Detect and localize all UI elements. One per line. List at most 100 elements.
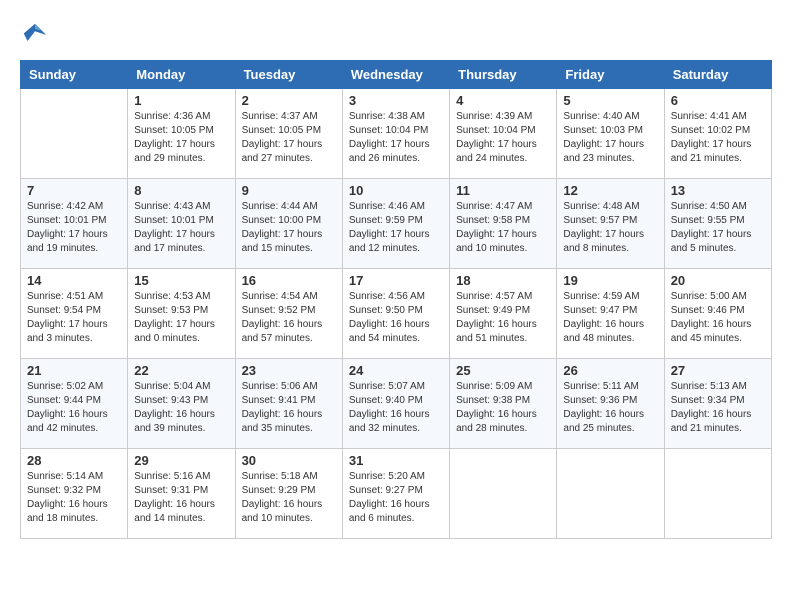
day-header-friday: Friday (557, 61, 664, 89)
page-header (20, 20, 772, 50)
calendar-cell: 20 Sunrise: 5:00 AM Sunset: 9:46 PM Dayli… (664, 269, 771, 359)
day-info: Sunrise: 5:09 AM Sunset: 9:38 PM Dayligh… (456, 380, 550, 436)
day-info: Sunrise: 5:18 AM Sunset: 9:29 PM Dayligh… (242, 470, 336, 526)
day-info: Sunrise: 4:57 AM Sunset: 9:49 PM Dayligh… (456, 290, 550, 346)
day-info: Sunrise: 4:44 AM Sunset: 10:00 PM Daylig… (242, 200, 336, 256)
day-number: 12 (563, 183, 657, 198)
day-number: 10 (349, 183, 443, 198)
calendar-table: SundayMondayTuesdayWednesdayThursdayFrid… (20, 60, 772, 539)
day-header-tuesday: Tuesday (235, 61, 342, 89)
day-number: 4 (456, 93, 550, 108)
day-info: Sunrise: 4:38 AM Sunset: 10:04 PM Daylig… (349, 110, 443, 166)
calendar-week-3: 14 Sunrise: 4:51 AM Sunset: 9:54 PM Dayli… (21, 269, 772, 359)
day-number: 23 (242, 363, 336, 378)
day-number: 15 (134, 273, 228, 288)
calendar-cell: 25 Sunrise: 5:09 AM Sunset: 9:38 PM Dayli… (450, 359, 557, 449)
day-number: 1 (134, 93, 228, 108)
day-number: 29 (134, 453, 228, 468)
calendar-week-1: 1 Sunrise: 4:36 AM Sunset: 10:05 PM Dayli… (21, 89, 772, 179)
day-number: 24 (349, 363, 443, 378)
calendar-week-4: 21Sunrise: 5:02 AM Sunset: 9:44 PM Dayli… (21, 359, 772, 449)
day-info: Sunrise: 5:07 AM Sunset: 9:40 PM Dayligh… (349, 380, 443, 436)
calendar-cell (21, 89, 128, 179)
day-number: 14 (27, 273, 121, 288)
calendar-header: SundayMondayTuesdayWednesdayThursdayFrid… (21, 61, 772, 89)
day-header-thursday: Thursday (450, 61, 557, 89)
day-number: 11 (456, 183, 550, 198)
day-number: 17 (349, 273, 443, 288)
calendar-cell: 14 Sunrise: 4:51 AM Sunset: 9:54 PM Dayli… (21, 269, 128, 359)
calendar-cell: 26Sunrise: 5:11 AM Sunset: 9:36 PM Dayli… (557, 359, 664, 449)
day-info: Sunrise: 5:11 AM Sunset: 9:36 PM Dayligh… (563, 380, 657, 436)
calendar-cell: 24 Sunrise: 5:07 AM Sunset: 9:40 PM Dayli… (342, 359, 449, 449)
day-number: 22 (134, 363, 228, 378)
day-info: Sunrise: 4:43 AM Sunset: 10:01 PM Daylig… (134, 200, 228, 256)
calendar-week-5: 28Sunrise: 5:14 AM Sunset: 9:32 PM Dayli… (21, 449, 772, 539)
day-info: Sunrise: 4:41 AM Sunset: 10:02 PM Daylig… (671, 110, 765, 166)
calendar-cell: 28Sunrise: 5:14 AM Sunset: 9:32 PM Dayli… (21, 449, 128, 539)
day-info: Sunrise: 4:50 AM Sunset: 9:55 PM Dayligh… (671, 200, 765, 256)
day-info: Sunrise: 5:06 AM Sunset: 9:41 PM Dayligh… (242, 380, 336, 436)
day-number: 30 (242, 453, 336, 468)
day-number: 13 (671, 183, 765, 198)
calendar-cell: 27 Sunrise: 5:13 AM Sunset: 9:34 PM Dayli… (664, 359, 771, 449)
day-header-sunday: Sunday (21, 61, 128, 89)
day-number: 6 (671, 93, 765, 108)
calendar-cell (557, 449, 664, 539)
calendar-cell: 6 Sunrise: 4:41 AM Sunset: 10:02 PM Dayli… (664, 89, 771, 179)
day-number: 5 (563, 93, 657, 108)
calendar-cell: 1 Sunrise: 4:36 AM Sunset: 10:05 PM Dayli… (128, 89, 235, 179)
day-info: Sunrise: 4:39 AM Sunset: 10:04 PM Daylig… (456, 110, 550, 166)
calendar-cell (450, 449, 557, 539)
day-info: Sunrise: 5:02 AM Sunset: 9:44 PM Dayligh… (27, 380, 121, 436)
calendar-cell (664, 449, 771, 539)
calendar-cell: 23 Sunrise: 5:06 AM Sunset: 9:41 PM Dayli… (235, 359, 342, 449)
calendar-cell: 18 Sunrise: 4:57 AM Sunset: 9:49 PM Dayli… (450, 269, 557, 359)
day-number: 16 (242, 273, 336, 288)
day-header-row: SundayMondayTuesdayWednesdayThursdayFrid… (21, 61, 772, 89)
calendar-week-2: 7 Sunrise: 4:42 AM Sunset: 10:01 PM Dayli… (21, 179, 772, 269)
day-number: 9 (242, 183, 336, 198)
day-number: 19 (563, 273, 657, 288)
day-number: 8 (134, 183, 228, 198)
day-header-monday: Monday (128, 61, 235, 89)
day-number: 28 (27, 453, 121, 468)
day-info: Sunrise: 4:54 AM Sunset: 9:52 PM Dayligh… (242, 290, 336, 346)
day-header-wednesday: Wednesday (342, 61, 449, 89)
day-info: Sunrise: 4:59 AM Sunset: 9:47 PM Dayligh… (563, 290, 657, 346)
calendar-cell: 29 Sunrise: 5:16 AM Sunset: 9:31 PM Dayli… (128, 449, 235, 539)
day-info: Sunrise: 5:13 AM Sunset: 9:34 PM Dayligh… (671, 380, 765, 436)
day-info: Sunrise: 4:42 AM Sunset: 10:01 PM Daylig… (27, 200, 121, 256)
calendar-cell: 9 Sunrise: 4:44 AM Sunset: 10:00 PM Dayli… (235, 179, 342, 269)
calendar-cell: 13 Sunrise: 4:50 AM Sunset: 9:55 PM Dayli… (664, 179, 771, 269)
logo-icon (20, 20, 50, 50)
day-info: Sunrise: 4:46 AM Sunset: 9:59 PM Dayligh… (349, 200, 443, 256)
calendar-cell: 30 Sunrise: 5:18 AM Sunset: 9:29 PM Dayli… (235, 449, 342, 539)
day-info: Sunrise: 4:36 AM Sunset: 10:05 PM Daylig… (134, 110, 228, 166)
calendar-cell: 11 Sunrise: 4:47 AM Sunset: 9:58 PM Dayli… (450, 179, 557, 269)
day-info: Sunrise: 4:48 AM Sunset: 9:57 PM Dayligh… (563, 200, 657, 256)
day-info: Sunrise: 5:00 AM Sunset: 9:46 PM Dayligh… (671, 290, 765, 346)
calendar-cell: 7 Sunrise: 4:42 AM Sunset: 10:01 PM Dayli… (21, 179, 128, 269)
day-header-saturday: Saturday (664, 61, 771, 89)
calendar-cell: 12 Sunrise: 4:48 AM Sunset: 9:57 PM Dayli… (557, 179, 664, 269)
day-info: Sunrise: 5:16 AM Sunset: 9:31 PM Dayligh… (134, 470, 228, 526)
day-number: 20 (671, 273, 765, 288)
day-info: Sunrise: 4:47 AM Sunset: 9:58 PM Dayligh… (456, 200, 550, 256)
calendar-cell: 15Sunrise: 4:53 AM Sunset: 9:53 PM Dayli… (128, 269, 235, 359)
calendar-cell: 5 Sunrise: 4:40 AM Sunset: 10:03 PM Dayli… (557, 89, 664, 179)
day-info: Sunrise: 5:04 AM Sunset: 9:43 PM Dayligh… (134, 380, 228, 436)
day-number: 7 (27, 183, 121, 198)
day-info: Sunrise: 4:51 AM Sunset: 9:54 PM Dayligh… (27, 290, 121, 346)
calendar-cell: 8 Sunrise: 4:43 AM Sunset: 10:01 PM Dayli… (128, 179, 235, 269)
day-info: Sunrise: 5:20 AM Sunset: 9:27 PM Dayligh… (349, 470, 443, 526)
day-number: 25 (456, 363, 550, 378)
calendar-cell: 22 Sunrise: 5:04 AM Sunset: 9:43 PM Dayli… (128, 359, 235, 449)
day-info: Sunrise: 4:40 AM Sunset: 10:03 PM Daylig… (563, 110, 657, 166)
day-number: 27 (671, 363, 765, 378)
calendar-body: 1 Sunrise: 4:36 AM Sunset: 10:05 PM Dayli… (21, 89, 772, 539)
day-number: 18 (456, 273, 550, 288)
calendar-cell: 17Sunrise: 4:56 AM Sunset: 9:50 PM Dayli… (342, 269, 449, 359)
calendar-cell: 21Sunrise: 5:02 AM Sunset: 9:44 PM Dayli… (21, 359, 128, 449)
calendar-cell: 10 Sunrise: 4:46 AM Sunset: 9:59 PM Dayli… (342, 179, 449, 269)
